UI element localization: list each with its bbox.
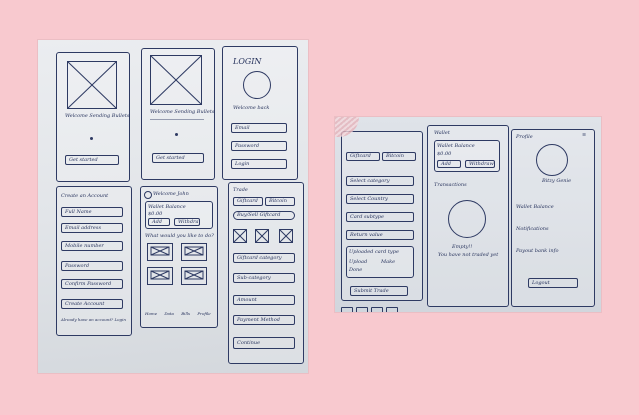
profile-avatar	[536, 144, 568, 176]
buy-sell-giftcard-button[interactable]: Buy/Sell Giftcard	[233, 211, 295, 220]
login-title: LOGIN	[233, 57, 262, 66]
action-tile-icon[interactable]	[181, 267, 207, 285]
image-placeholder-icon	[150, 55, 202, 105]
onboarding-caption: Welcome Sending Bullets	[65, 113, 130, 119]
wallet-balance-row[interactable]: Wallet Balance	[516, 204, 554, 210]
email-field[interactable]: Email address	[61, 223, 123, 233]
giftcard-option-icon[interactable]	[255, 229, 269, 243]
sketch-wallet: Wallet Wallet Balance $0.00 Add Withdraw…	[427, 125, 509, 307]
upload-card-area[interactable]: Uploaded card type Upload Make Done	[346, 246, 414, 278]
empty-title: Empty!!	[452, 244, 473, 250]
submit-trade-button[interactable]: Submit Trade	[350, 286, 408, 296]
confirm-password-field[interactable]: Confirm Password	[61, 279, 123, 289]
login-link[interactable]: Already have an account? Login	[61, 317, 126, 323]
right-sketch-photo: Giftcard Bitcoin Select category Select …	[335, 117, 601, 312]
sketch-onboarding-1: Welcome Sending Bullets Get started	[56, 52, 130, 182]
onboarding-caption: Welcome Sending Bullets	[150, 109, 215, 115]
empty-state-icon	[448, 200, 486, 238]
logout-button[interactable]: Logout	[528, 278, 578, 288]
wallet-card: Wallet Balance $0.00 Add Withdraw	[145, 201, 213, 229]
image-placeholder-icon	[67, 61, 117, 109]
category-select[interactable]: Select category	[346, 176, 414, 186]
make-label: Make	[381, 259, 396, 265]
wallet-value: $0.00	[437, 151, 452, 157]
tab-bitcoin[interactable]: Bitcoin	[382, 152, 416, 161]
sketch-trade-form: Giftcard Bitcoin Select category Select …	[341, 131, 423, 301]
upload-label: Upload	[349, 259, 368, 265]
page-indicator	[90, 137, 93, 140]
sketch-create-account: Create an Account Full Name Email addres…	[56, 186, 132, 336]
trade-title: Trade	[233, 187, 248, 193]
login-subtitle: Welcome back	[233, 105, 270, 111]
email-field[interactable]: Email	[231, 123, 287, 133]
actions-question: What would you like to do?	[145, 233, 214, 239]
upload-card-label: Uploaded card type	[349, 249, 399, 255]
add-button[interactable]: Add	[437, 160, 461, 168]
giftcard-option-icon[interactable]	[279, 229, 293, 243]
menu-icon[interactable]: ≡	[582, 132, 586, 138]
action-tile-icon[interactable]	[147, 267, 173, 285]
action-tile-icon[interactable]	[147, 243, 173, 261]
avatar-icon	[144, 191, 152, 199]
giftcard-option-icon[interactable]	[233, 229, 247, 243]
continue-button[interactable]: Continue	[233, 337, 295, 349]
withdraw-button[interactable]: Withdraw	[174, 218, 200, 226]
nav-item-bills[interactable]: Bills	[181, 311, 190, 316]
wallet-value: $0.00	[148, 211, 163, 217]
sketch-home: Welcome John Wallet Balance $0.00 Add Wi…	[140, 186, 218, 328]
bottom-nav: Home Data Bills Profile	[145, 311, 211, 316]
add-button[interactable]: Add	[148, 218, 170, 226]
tab-giftcard[interactable]: Giftcard	[346, 152, 380, 161]
payment-method-field[interactable]: Payment Method	[233, 315, 295, 325]
nav-item-profile[interactable]: Profile	[197, 311, 210, 316]
transactions-heading: Transactions	[434, 182, 467, 188]
country-select[interactable]: Select Country	[346, 194, 414, 204]
nav-item-data[interactable]: Data	[164, 311, 174, 316]
notifications-row[interactable]: Notifications	[516, 226, 549, 232]
done-label: Done	[349, 267, 363, 273]
password-field[interactable]: Password	[61, 261, 123, 271]
tab-giftcard[interactable]: Giftcard	[233, 197, 263, 206]
avatar-placeholder-icon	[243, 71, 271, 99]
wallet-label: Wallet Balance	[437, 143, 475, 149]
profile-name: Bitzy Genie	[542, 178, 572, 184]
wallet-label: Wallet Balance	[148, 204, 186, 210]
left-sketch-photo: Welcome Sending Bullets Get started Welc…	[38, 40, 308, 373]
profile-title: Profile	[516, 134, 533, 140]
nav-item-home[interactable]: Home	[145, 311, 157, 316]
password-field[interactable]: Password	[231, 141, 287, 151]
create-account-button[interactable]: Create Account	[61, 299, 123, 309]
amount-field[interactable]: Amount	[233, 295, 295, 305]
tab-bitcoin[interactable]: Bitcoin	[265, 197, 295, 206]
home-header: Welcome John	[153, 191, 189, 197]
get-started-button[interactable]: Get started	[152, 153, 204, 163]
sketch-profile: Profile ≡ Bitzy Genie Wallet Balance Not…	[511, 129, 595, 307]
card-subtype-select[interactable]: Card subtype	[346, 212, 414, 222]
payout-bank-row[interactable]: Payout bank info	[516, 248, 558, 254]
login-button[interactable]: Login	[231, 159, 287, 169]
wallet-title: Wallet	[434, 130, 450, 136]
empty-text: You have not traded yet	[438, 252, 499, 258]
sketch-trade: Trade Giftcard Bitcoin Buy/Sell Giftcard…	[228, 182, 304, 364]
action-tile-icon[interactable]	[181, 243, 207, 261]
sketch-onboarding-2: Welcome Sending Bullets Get started	[141, 48, 215, 180]
subcategory-select[interactable]: Sub-category	[233, 273, 295, 283]
page-indicator	[175, 133, 178, 136]
return-value-field[interactable]: Return value	[346, 230, 414, 240]
bottom-nav	[341, 299, 401, 312]
wallet-card: Wallet Balance $0.00 Add Withdraw	[434, 140, 500, 172]
full-name-field[interactable]: Full Name	[61, 207, 123, 217]
sketch-login: LOGIN Welcome back Email Password Login	[222, 46, 298, 180]
get-started-button[interactable]: Get started	[65, 155, 119, 165]
withdraw-button[interactable]: Withdraw	[465, 160, 495, 168]
giftcard-category-select[interactable]: Giftcard category	[233, 253, 295, 263]
create-account-title: Create an Account	[61, 193, 109, 199]
mobile-field[interactable]: Mobile number	[61, 241, 123, 251]
